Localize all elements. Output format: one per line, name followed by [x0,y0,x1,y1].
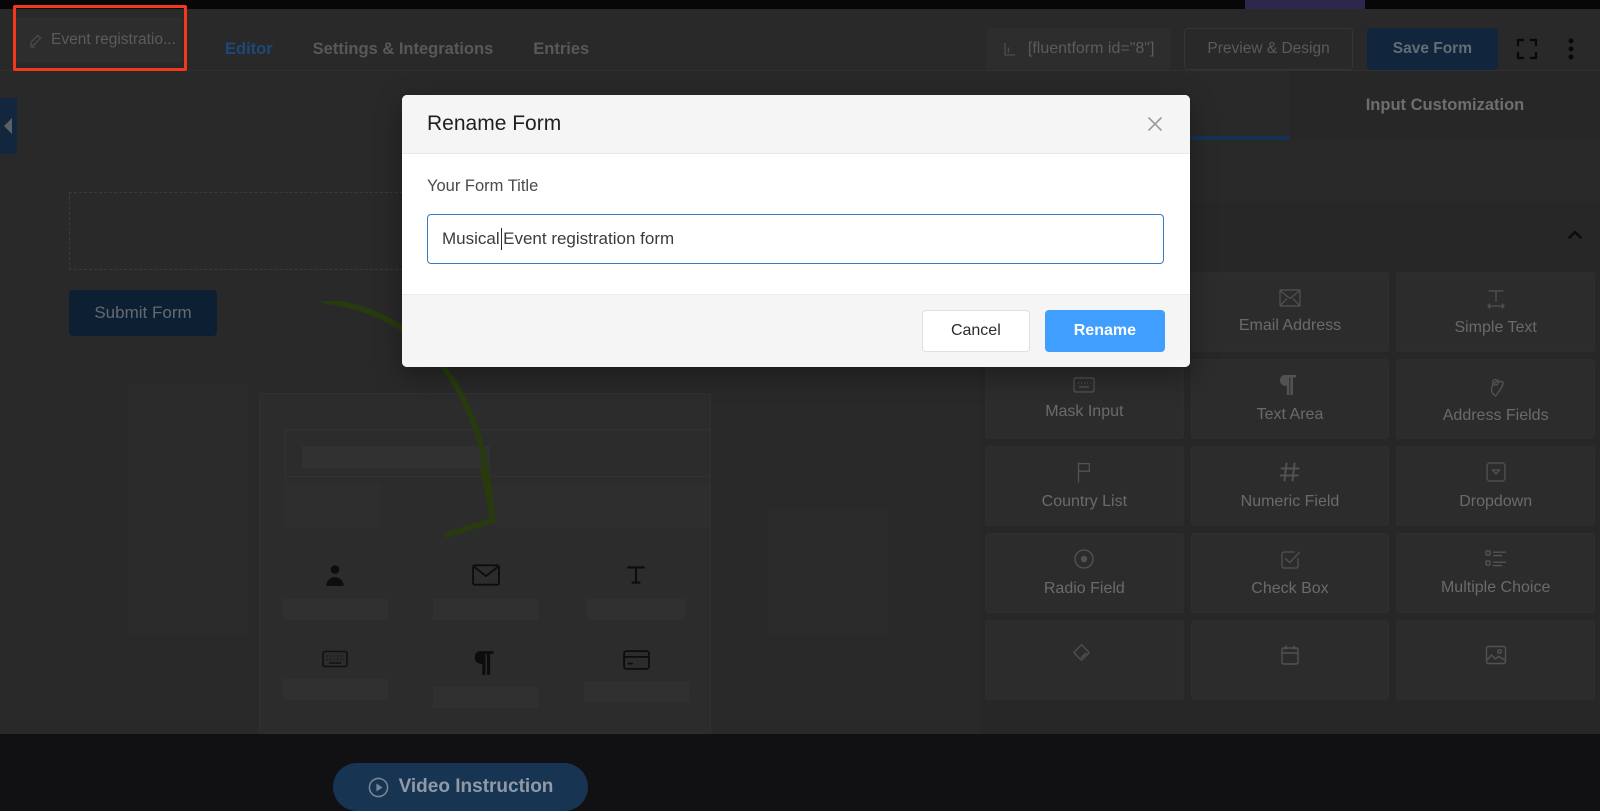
play-circle-icon [368,777,389,798]
form-title-input-value-before: Musical [442,229,500,249]
video-instruction-button[interactable]: Video Instruction [333,763,588,811]
rename-form-modal: Rename Form Your Form Title Musical Even… [402,95,1190,367]
text-caret [501,228,503,250]
cancel-button[interactable]: Cancel [922,310,1030,352]
form-title-input[interactable]: Musical Event registration form [427,214,1164,264]
cancel-button-label: Cancel [951,322,1001,340]
close-icon[interactable] [1144,113,1166,135]
modal-header: Rename Form [402,95,1190,154]
video-instruction-label: Video Instruction [399,776,554,798]
modal-footer: Cancel Rename [402,294,1190,367]
rename-button[interactable]: Rename [1045,310,1165,352]
rename-button-label: Rename [1074,322,1136,340]
form-title-input-value-after: Event registration form [503,229,674,249]
modal-body: Your Form Title Musical Event registrati… [402,154,1190,264]
modal-title: Rename Form [427,112,561,136]
form-title-label: Your Form Title [427,177,1165,196]
